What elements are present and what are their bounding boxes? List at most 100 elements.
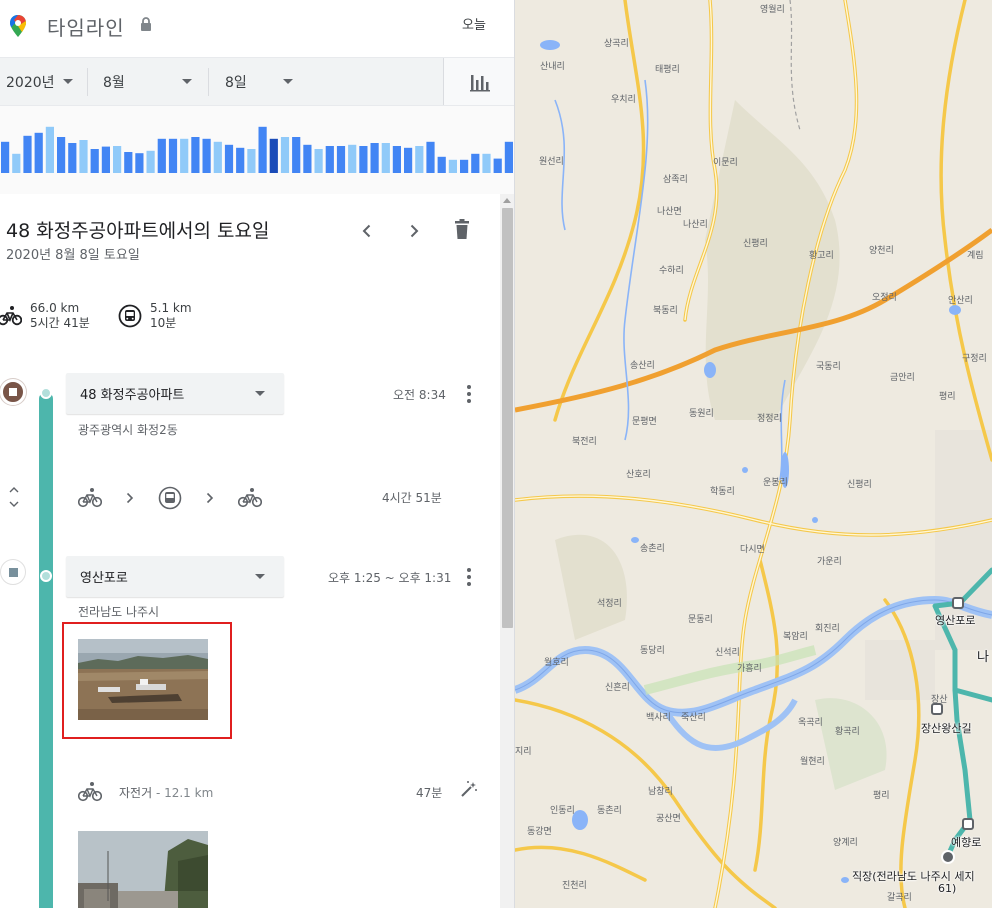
today-button[interactable]: 오늘 xyxy=(462,14,486,33)
map-label: 남창리 xyxy=(648,787,673,797)
histogram-bar[interactable] xyxy=(236,147,245,173)
histogram-bar[interactable] xyxy=(359,146,368,173)
map-label: 송산리 xyxy=(630,361,655,371)
histogram-bar[interactable] xyxy=(280,137,290,173)
histogram-bar[interactable] xyxy=(101,146,110,173)
route-stop-marker[interactable] xyxy=(952,597,964,609)
histogram-bar[interactable] xyxy=(493,158,502,173)
histogram-bar[interactable] xyxy=(504,141,513,173)
expand-collapse-icon[interactable] xyxy=(6,484,22,510)
histogram-bar[interactable] xyxy=(247,149,256,173)
chevron-right-icon[interactable] xyxy=(404,221,424,241)
map-label: 다시면 xyxy=(740,545,765,555)
histogram-bar[interactable] xyxy=(202,138,211,173)
histogram-bar[interactable] xyxy=(1,141,10,173)
histogram-bar[interactable] xyxy=(370,143,379,173)
histogram-bar[interactable] xyxy=(325,146,334,173)
histogram-bar[interactable] xyxy=(292,137,301,173)
bike-summary: 66.0 km 5시간 41분 xyxy=(0,301,90,331)
histogram-bar[interactable] xyxy=(135,153,144,173)
chevron-right-icon xyxy=(126,492,134,504)
histogram-svg xyxy=(1,126,513,173)
top-bar: 타임라인 오늘 xyxy=(0,0,514,57)
day-dropdown[interactable]: 8일 xyxy=(225,58,305,105)
more-options-icon[interactable] xyxy=(466,385,472,405)
street-photo-image xyxy=(78,831,208,908)
map-label: 운봉리 xyxy=(763,478,788,488)
histogram-bar[interactable] xyxy=(124,152,133,173)
daily-activity-histogram[interactable] xyxy=(0,106,514,194)
chevron-left-icon[interactable] xyxy=(357,221,377,241)
histogram-bar[interactable] xyxy=(213,141,222,173)
histogram-bar[interactable] xyxy=(415,146,424,173)
map-label: 국동리 xyxy=(816,362,841,372)
lock-icon xyxy=(141,17,151,31)
chevron-down-icon xyxy=(255,574,265,579)
histogram-bar[interactable] xyxy=(224,144,234,173)
map-view[interactable]: 영월리 상곡리 산내리 태평리 우치리 원선리 이문리 삼족리 나산면 나산리 … xyxy=(515,0,992,908)
app-title: 타임라인 xyxy=(47,16,125,40)
histogram-bar[interactable] xyxy=(471,153,480,173)
histogram-bar[interactable] xyxy=(68,143,77,173)
place-dropdown[interactable]: 48 화정주공아파트 xyxy=(66,373,284,414)
histogram-bar[interactable] xyxy=(157,138,166,173)
histogram-bar[interactable] xyxy=(168,138,178,173)
map-label: 공산면 xyxy=(656,814,681,824)
histogram-bar[interactable] xyxy=(57,137,66,173)
histogram-bar[interactable] xyxy=(381,143,390,173)
scrollbar[interactable] xyxy=(500,194,514,908)
histogram-bar[interactable] xyxy=(437,156,446,173)
year-value: 2020년 xyxy=(6,74,55,91)
month-dropdown[interactable]: 8월 xyxy=(103,58,203,105)
magic-wand-icon[interactable] xyxy=(460,780,478,798)
photo-thumbnail[interactable] xyxy=(78,639,208,720)
histogram-bar[interactable] xyxy=(348,144,357,173)
map-label: 산내리 xyxy=(540,62,565,72)
histogram-bar[interactable] xyxy=(23,135,32,173)
histogram-bar[interactable] xyxy=(113,146,122,173)
map-label: 원선리 xyxy=(539,157,564,167)
river-photo-image xyxy=(78,639,208,720)
chart-toggle-button[interactable] xyxy=(443,58,514,105)
histogram-bar[interactable] xyxy=(460,159,469,173)
timeline-node xyxy=(40,570,52,582)
place-dropdown[interactable]: 영산포로 xyxy=(66,556,284,597)
histogram-bar[interactable] xyxy=(258,126,267,173)
scroll-up-icon[interactable] xyxy=(503,198,511,203)
histogram-bar[interactable] xyxy=(426,141,435,173)
histogram-bar[interactable] xyxy=(79,140,88,173)
histogram-bar[interactable] xyxy=(269,138,278,173)
histogram-bar[interactable] xyxy=(303,144,312,173)
histogram-bar[interactable] xyxy=(191,137,200,173)
map-label: 옥곡리 xyxy=(798,718,823,728)
workplace-pin-icon[interactable] xyxy=(941,850,955,864)
histogram-bar[interactable] xyxy=(392,146,401,173)
histogram-bar[interactable] xyxy=(34,132,43,173)
histogram-bar[interactable] xyxy=(180,138,189,173)
chevron-down-icon xyxy=(63,79,73,84)
histogram-bar[interactable] xyxy=(12,153,21,173)
trash-icon[interactable] xyxy=(452,218,472,240)
histogram-bar[interactable] xyxy=(146,150,155,173)
route-stop-marker[interactable] xyxy=(962,818,974,830)
scroll-thumb[interactable] xyxy=(502,208,513,628)
histogram-bar[interactable] xyxy=(45,126,54,173)
photo-thumbnail[interactable] xyxy=(78,831,208,908)
timeline-panel: 타임라인 오늘 2020년 8월 8일 48 화정주공아파트에서의 토요일 20… xyxy=(0,0,515,908)
map-label: 구정리 xyxy=(962,354,987,364)
map-label: 수하리 xyxy=(659,266,684,276)
histogram-bar[interactable] xyxy=(336,146,346,173)
histogram-bar[interactable] xyxy=(90,149,99,173)
map-label: 문평면 xyxy=(632,417,657,427)
day-detail: 48 화정주공아파트에서의 토요일 2020년 8월 8일 토요일 66.0 k… xyxy=(0,194,514,908)
home-marker-icon xyxy=(0,379,26,405)
histogram-bar[interactable] xyxy=(404,147,413,173)
year-dropdown[interactable]: 2020년 xyxy=(6,58,86,105)
histogram-bar[interactable] xyxy=(482,153,491,173)
map-label: 신평리 xyxy=(743,239,768,249)
more-options-icon[interactable] xyxy=(466,568,472,588)
timeline-node xyxy=(40,387,52,399)
histogram-bar[interactable] xyxy=(448,159,457,173)
map-label: 인동리 xyxy=(550,806,575,816)
histogram-bar[interactable] xyxy=(314,149,323,173)
